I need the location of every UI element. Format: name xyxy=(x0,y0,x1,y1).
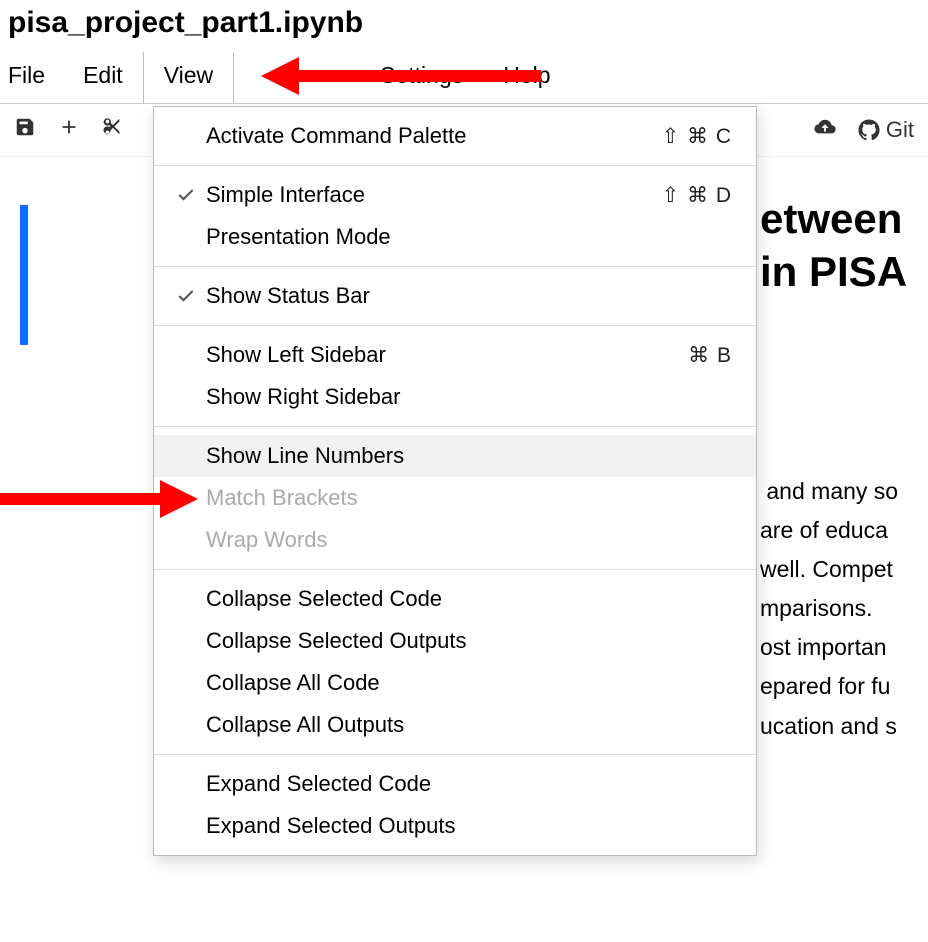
git-label: Git xyxy=(886,117,914,143)
menu-item-collapse-selected-code[interactable]: Collapse Selected Code xyxy=(154,578,756,620)
menu-item-label: Expand Selected Code xyxy=(206,771,732,797)
view-menu-dropdown: Activate Command Palette ⇧ ⌘ C Simple In… xyxy=(153,106,757,856)
menu-item-presentation-mode[interactable]: Presentation Mode xyxy=(154,216,756,258)
menu-item-label: Collapse Selected Code xyxy=(206,586,732,612)
menu-item-label: Wrap Words xyxy=(206,527,732,553)
menu-item-simple-interface[interactable]: Simple Interface ⇧ ⌘ D xyxy=(154,174,756,216)
menu-item-label: Collapse Selected Outputs xyxy=(206,628,732,654)
menu-item-label: Match Brackets xyxy=(206,485,732,511)
menu-item-show-left-sidebar[interactable]: Show Left Sidebar ⌘ B xyxy=(154,334,756,376)
menu-item-label: Show Left Sidebar xyxy=(206,342,688,368)
menu-item-shortcut: ⇧ ⌘ D xyxy=(662,183,732,208)
check-icon xyxy=(176,286,206,306)
menu-item-shortcut: ⌘ B xyxy=(688,343,732,368)
menu-item-expand-selected-code[interactable]: Expand Selected Code xyxy=(154,763,756,805)
menu-item-label: Show Right Sidebar xyxy=(206,384,732,410)
menu-item-label: Activate Command Palette xyxy=(206,123,662,149)
menu-edit[interactable]: Edit xyxy=(63,52,143,103)
body-fragment: and many so are of educa well. Compet mp… xyxy=(760,472,898,746)
menu-item-shortcut: ⇧ ⌘ C xyxy=(662,124,732,149)
menu-item-show-line-numbers[interactable]: Show Line Numbers xyxy=(154,435,756,477)
check-icon xyxy=(176,185,206,205)
notebook-title: pisa_project_part1.ipynb xyxy=(0,0,928,52)
menu-item-label: Simple Interface xyxy=(206,182,662,208)
menu-file[interactable]: File xyxy=(0,52,63,103)
menu-item-label: Presentation Mode xyxy=(206,224,732,250)
menu-view[interactable]: View xyxy=(143,52,234,103)
cell-selection-bar xyxy=(20,205,28,345)
menu-item-show-right-sidebar[interactable]: Show Right Sidebar xyxy=(154,376,756,418)
menu-item-activate-command-palette[interactable]: Activate Command Palette ⇧ ⌘ C xyxy=(154,115,756,157)
menu-item-match-brackets: Match Brackets xyxy=(154,477,756,519)
add-cell-icon[interactable] xyxy=(58,116,80,144)
cloud-upload-icon[interactable] xyxy=(814,116,836,144)
git-button[interactable]: Git xyxy=(858,117,914,143)
cut-icon[interactable] xyxy=(102,116,124,144)
save-icon[interactable] xyxy=(14,116,36,144)
menubar: File Edit View Settings Help xyxy=(0,52,928,104)
menu-item-label: Show Status Bar xyxy=(206,283,732,309)
menu-item-label: Collapse All Code xyxy=(206,670,732,696)
menu-item-collapse-selected-outputs[interactable]: Collapse Selected Outputs xyxy=(154,620,756,662)
menu-help[interactable]: Help xyxy=(483,52,570,103)
menu-item-show-status-bar[interactable]: Show Status Bar xyxy=(154,275,756,317)
menu-settings[interactable]: Settings xyxy=(360,52,483,103)
menu-item-expand-selected-outputs[interactable]: Expand Selected Outputs xyxy=(154,805,756,847)
menu-item-wrap-words: Wrap Words xyxy=(154,519,756,561)
menu-item-label: Expand Selected Outputs xyxy=(206,813,732,839)
menu-item-label: Show Line Numbers xyxy=(206,443,732,469)
menu-item-collapse-all-code[interactable]: Collapse All Code xyxy=(154,662,756,704)
menu-item-collapse-all-outputs[interactable]: Collapse All Outputs xyxy=(154,704,756,746)
menu-item-label: Collapse All Outputs xyxy=(206,712,732,738)
heading-fragment: etween in PISA xyxy=(760,193,907,298)
